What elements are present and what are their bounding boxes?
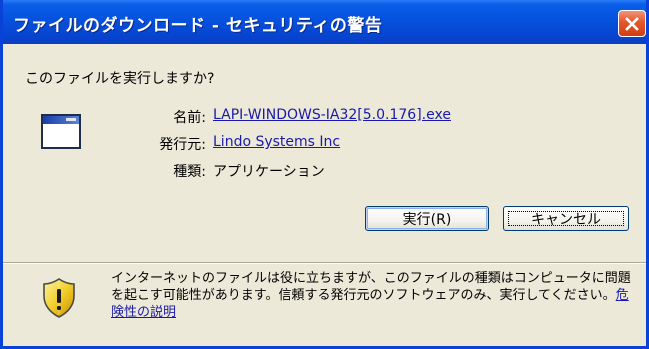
warning-panel: インターネットのファイルは役に立ちますが、このファイルの種類はコンピュータに問題… — [3, 264, 646, 346]
publisher-link[interactable]: Lindo Systems Inc — [213, 134, 340, 150]
close-icon — [625, 16, 639, 31]
window-title: ファイルのダウンロード - セキュリティの警告 — [13, 16, 383, 36]
warning-message: インターネットのファイルは役に立ちますが、このファイルの種類はコンピュータに問題… — [111, 270, 641, 321]
type-label: 種類: — [173, 164, 206, 180]
security-warning-dialog: ファイルのダウンロード - セキュリティの警告 このファイルを実行しますか? 名… — [0, 0, 649, 349]
close-button[interactable] — [618, 10, 646, 37]
type-row: 種類: アプリケーション — [3, 161, 646, 181]
file-name-link[interactable]: LAPI-WINDOWS-IA32[5.0.176].exe — [213, 107, 451, 123]
file-info-panel: このファイルを実行しますか? 名前: LAPI-WINDOWS-IA32[5.0… — [3, 44, 646, 262]
title-bar[interactable]: ファイルのダウンロード - セキュリティの警告 — [3, 0, 646, 44]
name-row: 名前: LAPI-WINDOWS-IA32[5.0.176].exe — [3, 107, 646, 127]
question-text: このファイルを実行しますか? — [25, 71, 215, 87]
run-button[interactable]: 実行(R) — [365, 206, 489, 231]
cancel-button[interactable]: キャンセル — [503, 206, 629, 231]
security-shield-icon — [43, 278, 75, 318]
focus-rectangle — [508, 211, 624, 226]
type-value: アプリケーション — [213, 164, 325, 180]
publisher-label: 発行元: — [159, 137, 206, 153]
run-button-label: 実行(R) — [402, 211, 452, 228]
warning-text: インターネットのファイルは役に立ちますが、このファイルの種類はコンピュータに問題… — [111, 271, 631, 303]
publisher-row: 発行元: Lindo Systems Inc — [3, 134, 646, 154]
name-label: 名前: — [173, 110, 206, 126]
